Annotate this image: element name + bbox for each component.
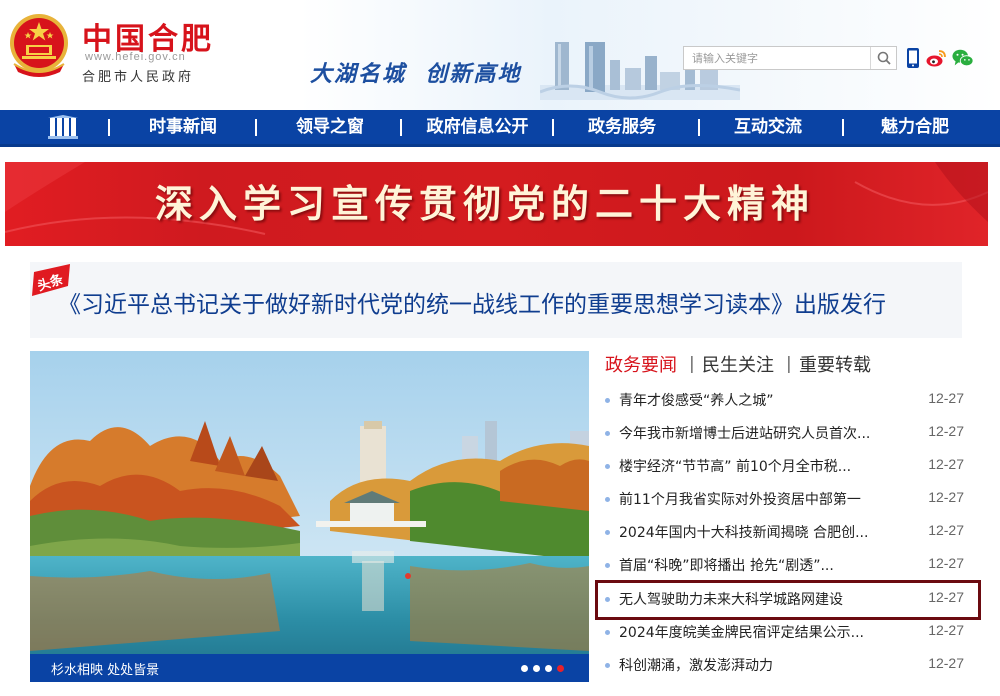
news-item-title[interactable]: 科创潮涌，激发澎湃动力 (619, 655, 773, 675)
carousel-dot-3[interactable] (545, 665, 552, 672)
tab-livelihood[interactable]: 民生关注 (702, 351, 774, 377)
news-item-date: 12-27 (928, 655, 964, 671)
bullet-dot (605, 530, 610, 535)
carousel-dot-1[interactable] (521, 665, 528, 672)
nav-item-news[interactable]: 时事新闻 (138, 110, 228, 144)
news-item-title[interactable]: 首届“科晚”即将播出 抢先“剧透”... (619, 555, 834, 575)
news-item-date: 12-27 (928, 423, 964, 439)
site-subtitle: 合肥市人民政府 (82, 70, 195, 85)
nav-separator (255, 119, 257, 136)
nav-item-interaction[interactable]: 互动交流 (723, 110, 813, 144)
page: 中国合肥 www.hefei.gov.cn 合肥市人民政府 大湖名城 创新高地 (0, 0, 1000, 696)
nav-separator (842, 119, 844, 136)
site-header: 中国合肥 www.hefei.gov.cn 合肥市人民政府 大湖名城 创新高地 (0, 0, 1000, 110)
bullet-dot (605, 563, 610, 568)
news-item-date: 12-27 (928, 390, 964, 406)
news-item-date: 12-27 (928, 456, 964, 472)
tab-separator: | (786, 354, 792, 374)
nav-separator (552, 119, 554, 136)
carousel-dot-4-active[interactable] (557, 665, 564, 672)
news-item[interactable]: 2024年度皖美金牌民宿评定结果公示... 12-27 (604, 621, 964, 647)
highlight-box (595, 580, 981, 620)
search-button[interactable] (870, 47, 896, 69)
news-item[interactable]: 青年才俊感受“养人之城” 12-27 (604, 389, 964, 415)
nav-separator (108, 119, 110, 136)
tab-reprints[interactable]: 重要转载 (799, 351, 871, 377)
bullet-dot (605, 431, 610, 436)
national-emblem-icon[interactable] (8, 12, 70, 78)
news-item-title[interactable]: 青年才俊感受“养人之城” (619, 390, 774, 410)
photo-carousel[interactable] (30, 351, 589, 682)
wechat-icon[interactable] (952, 47, 974, 69)
site-domain: www.hefei.gov.cn (85, 51, 186, 63)
news-item-date: 12-27 (928, 622, 964, 638)
photo-caption[interactable]: 杉水相映 处处皆景 (51, 659, 159, 678)
news-item-date: 12-27 (928, 522, 964, 538)
nav-item-gov-services[interactable]: 政务服务 (577, 110, 667, 144)
bullet-dot (605, 398, 610, 403)
library-home-icon[interactable] (48, 115, 78, 139)
nav-item-leaders[interactable]: 领导之窗 (285, 110, 375, 144)
weibo-icon[interactable] (925, 47, 947, 69)
search-input[interactable] (684, 47, 870, 69)
news-item[interactable]: 首届“科晚”即将播出 抢先“剧透”... 12-27 (604, 554, 964, 580)
news-item-title[interactable]: 2024年度皖美金牌民宿评定结果公示... (619, 622, 864, 642)
bullet-dot (605, 630, 610, 635)
news-item-title[interactable]: 今年我市新增博士后进站研究人员首次... (619, 423, 870, 443)
nav-item-charm-hefei[interactable]: 魅力合肥 (870, 110, 960, 144)
carousel-dot-2[interactable] (533, 665, 540, 672)
news-item-title[interactable]: 2024年国内十大科技新闻揭晓 合肥创... (619, 522, 868, 542)
news-item[interactable]: 今年我市新增博士后进站研究人员首次... 12-27 (604, 422, 964, 448)
nav-separator (698, 119, 700, 136)
news-item[interactable]: 2024年国内十大科技新闻揭晓 合肥创... 12-27 (604, 521, 964, 547)
news-item-date: 12-27 (928, 489, 964, 505)
nav-item-gov-info[interactable]: 政府信息公开 (415, 110, 540, 144)
tab-separator: | (689, 354, 695, 374)
news-item-title[interactable]: 楼宇经济“节节高” 前10个月全市税... (619, 456, 851, 476)
headline-link[interactable]: 《习近平总书记关于做好新时代党的统一战线工作的重要思想学习读本》出版发行 (58, 285, 886, 319)
search-icon (877, 51, 891, 65)
tab-gov-news[interactable]: 政务要闻 (605, 351, 677, 377)
news-item[interactable]: 科创潮涌，激发澎湃动力 12-27 (604, 654, 964, 680)
slogan: 大湖名城 创新高地 (310, 61, 522, 87)
carousel-photo (30, 351, 589, 682)
main-nav: 时事新闻 领导之窗 政府信息公开 政务服务 互动交流 魅力合肥 (0, 110, 1000, 147)
banner-text: 深入学习宣传贯彻党的二十大精神 (154, 182, 815, 226)
news-item[interactable]: 楼宇经济“节节高” 前10个月全市税... 12-27 (604, 455, 964, 481)
bullet-dot (605, 663, 610, 668)
news-item[interactable]: 前11个月我省实际对外投资居中部第一 12-27 (604, 488, 964, 514)
news-item-title[interactable]: 前11个月我省实际对外投资居中部第一 (619, 489, 861, 509)
news-item-date: 12-27 (928, 555, 964, 571)
nav-separator (400, 119, 402, 136)
mobile-phone-icon[interactable] (902, 47, 924, 69)
banner[interactable]: 深入学习宣传贯彻党的二十大精神 (5, 162, 988, 246)
bullet-dot (605, 497, 610, 502)
bullet-dot (605, 464, 610, 469)
search-box (683, 46, 897, 70)
